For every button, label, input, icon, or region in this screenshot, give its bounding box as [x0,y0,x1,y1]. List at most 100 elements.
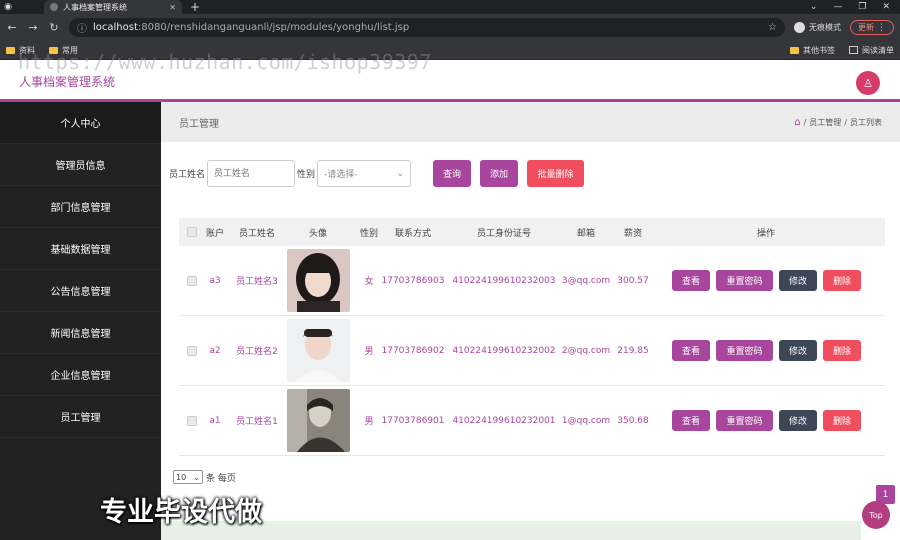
reset-password-button[interactable]: 重置密码 [716,340,773,361]
back-to-top-button[interactable]: Top [862,501,890,529]
tab-close-icon[interactable]: ✕ [169,3,176,12]
forward-icon[interactable]: → [27,21,39,34]
sidebar-item-admin-info[interactable]: 管理员信息 [0,144,161,186]
cell-phone: 17703786902 [381,345,445,356]
cell-gender: 女 [364,277,374,287]
footer-band [161,521,861,540]
sidebar-item-employee[interactable]: 员工管理 [0,396,161,438]
cell-id-number: 410224199610232002 [452,345,556,356]
sidebar-item-company[interactable]: 企业信息管理 [0,354,161,396]
bookmark-label: 其他书签 [803,45,835,55]
bookmark-folder[interactable]: 常用 [49,45,78,56]
url-input[interactable]: ⓘ localhost:8080/renshidanganguanli/jsp/… [69,18,785,37]
url-host: localhost [93,22,138,33]
batch-delete-button[interactable]: 批量删除 [527,160,585,187]
folder-icon [790,46,799,54]
cell-name: 员工姓名2 [236,347,278,357]
employee-photo [286,249,350,312]
reading-list[interactable]: 阅读清单 [849,45,894,56]
view-button[interactable]: 查看 [672,270,710,291]
update-button[interactable]: 更新 ⋮ [850,20,894,35]
info-icon[interactable]: ⓘ [77,20,87,35]
header-account: 账户 [205,228,224,239]
bookmark-star-icon[interactable]: ☆ [768,22,777,33]
more-menu-icon[interactable]: ⋮ [877,23,886,33]
incognito-icon [794,22,805,33]
employee-photo [286,319,350,382]
bookmarks-bar: 资料 常用 其他书签 阅读清单 [0,41,900,60]
close-window-icon[interactable]: ✕ [882,2,890,12]
breadcrumb-item[interactable]: 员工管理 [809,117,841,128]
folder-icon [49,46,58,54]
reset-password-button[interactable]: 重置密码 [716,270,773,291]
header-phone: 联系方式 [394,228,431,239]
bookmark-label: 资料 [19,45,35,55]
cell-avatar [285,246,351,315]
user-avatar-button[interactable]: ♙ [856,71,880,95]
reload-icon[interactable]: ↻ [48,21,60,34]
page-title: 员工管理 [179,118,219,130]
row-checkbox[interactable] [187,275,197,286]
select-all-cell [185,218,199,246]
bookmark-folder[interactable]: 资料 [6,45,35,56]
view-button[interactable]: 查看 [672,410,710,431]
browser-tab[interactable]: 人事档案管理系统 ✕ [44,0,182,14]
header-id-number: 员工身份证号 [476,228,531,239]
sidebar-item-department[interactable]: 部门信息管理 [0,186,161,228]
edit-button[interactable]: 修改 [779,410,817,431]
tab-search-icon[interactable]: ⌄ [810,2,818,12]
sidebar-item-basic-data[interactable]: 基础数据管理 [0,228,161,270]
delete-button[interactable]: 删除 [823,410,861,431]
app-title: 人事档案管理系统 [19,75,116,89]
gender-selected: -请选择- [324,170,358,180]
header-gender: 性别 [359,228,378,239]
page-size-select[interactable]: 10 ⌄ [173,470,203,484]
gender-label: 性别 [297,170,316,180]
view-button[interactable]: 查看 [672,340,710,361]
cell-gender: 男 [364,417,374,427]
home-icon[interactable]: ⌂ [794,117,800,128]
incognito-indicator[interactable]: 无痕模式 [794,22,841,33]
row-checkbox[interactable] [187,415,197,426]
cell-name: 员工姓名1 [236,417,278,427]
sidebar-item-personal-center[interactable]: 个人中心 [0,102,161,144]
browser-tab-strip: ◉ 人事档案管理系统 ✕ + ⌄ — ❐ ✕ [0,0,900,14]
update-label: 更新 [858,23,874,32]
sidebar-item-announcement[interactable]: 公告信息管理 [0,270,161,312]
back-icon[interactable]: ← [6,21,18,34]
url-path: :8080/renshidanganguanli/jsp/modules/yon… [137,22,410,33]
employee-name-input[interactable] [207,160,296,187]
name-label: 员工姓名 [169,170,206,180]
cell-account: a1 [209,415,221,426]
bookmark-label: 常用 [62,45,78,55]
delete-button[interactable]: 删除 [823,340,861,361]
other-bookmarks[interactable]: 其他书签 [790,45,835,56]
row-checkbox[interactable] [187,345,197,356]
delete-button[interactable]: 删除 [823,270,861,291]
query-button[interactable]: 查询 [433,160,472,187]
edit-button[interactable]: 修改 [779,340,817,361]
select-all-checkbox[interactable] [187,227,197,237]
header-salary: 薪资 [623,228,642,239]
add-button[interactable]: 添加 [480,160,519,187]
pagination: 10 ⌄ 条 每页 [173,470,236,484]
cell-avatar [285,386,351,455]
maximize-icon[interactable]: ❐ [858,2,866,12]
table-row: a3 员工姓名3 女 17703786903 41022419961023200… [179,246,885,316]
edit-button[interactable]: 修改 [779,270,817,291]
tab-title: 人事档案管理系统 [63,2,127,12]
table-row: a1 员工姓名1 男 17703786901 41022419961023200… [179,386,885,456]
browser-menu-icon[interactable]: ◉ [0,0,16,14]
incognito-label: 无痕模式 [809,23,841,32]
employee-table: 账户 员工姓名 头像 性别 联系方式 员工身份证号 邮箱 薪资 操作 a3 员工… [179,218,885,456]
folder-icon [6,46,15,54]
window-controls: ⌄ — ❐ ✕ [810,2,900,12]
cell-salary: 300.57 [617,275,649,286]
app-header: 人事档案管理系统 ♙ [0,60,900,102]
sidebar-item-news[interactable]: 新闻信息管理 [0,312,161,354]
cell-account: a3 [209,275,221,286]
new-tab-icon[interactable]: + [190,0,200,14]
minimize-icon[interactable]: — [833,2,842,12]
reset-password-button[interactable]: 重置密码 [716,410,773,431]
gender-select[interactable]: -请选择- ⌄ [317,160,412,187]
